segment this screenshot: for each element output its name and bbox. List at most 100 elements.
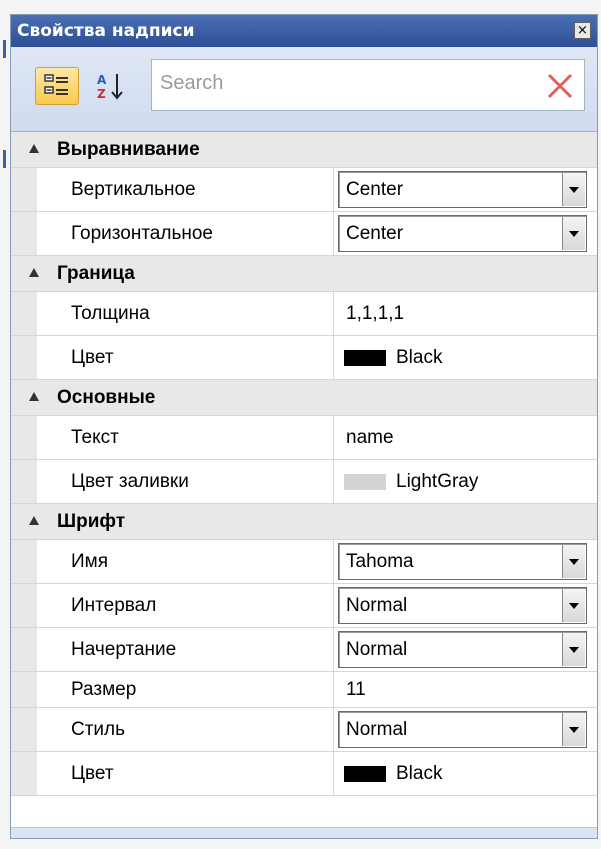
property-row-fill-color[interactable]: Цвет заливки LightGray [11, 460, 597, 504]
row-gutter [11, 708, 37, 751]
row-gutter [11, 540, 37, 583]
svg-text:Z: Z [97, 87, 106, 101]
dropdown-arrow-icon[interactable] [562, 217, 585, 250]
category-border[interactable]: Граница [11, 256, 597, 292]
row-gutter [11, 752, 37, 795]
property-name: Стиль [37, 708, 334, 751]
style-dropdown[interactable]: Normal [338, 711, 587, 748]
category-font[interactable]: Шрифт [11, 504, 597, 540]
category-label: Основные [57, 387, 156, 408]
alphabetical-sort-button[interactable]: A Z [91, 67, 131, 105]
collapse-arrow-icon[interactable] [29, 144, 39, 153]
dropdown-value: Tahoma [346, 550, 414, 572]
category-basic[interactable]: Основные [11, 380, 597, 416]
row-gutter [11, 212, 37, 255]
size-value[interactable]: 11 [334, 679, 366, 701]
property-name: Начертание [37, 628, 334, 671]
property-row-border-color[interactable]: Цвет Black [11, 336, 597, 380]
color-swatch [344, 349, 386, 366]
property-name: Интервал [37, 584, 334, 627]
collapse-arrow-icon[interactable] [29, 268, 39, 277]
alphabetical-sort-icon: A Z [97, 73, 123, 101]
collapse-arrow-icon[interactable] [29, 392, 39, 401]
property-value: Normal [334, 708, 597, 751]
dropdown-value: Normal [346, 594, 408, 616]
property-name: Текст [37, 416, 334, 459]
row-gutter [11, 672, 37, 707]
property-name: Горизонтальное [37, 212, 334, 255]
dropdown-arrow-icon[interactable] [562, 173, 585, 206]
color-value: LightGray [396, 470, 479, 492]
color-value: Black [396, 762, 443, 784]
dropdown-value: Center [346, 178, 404, 200]
row-gutter [11, 336, 37, 379]
weight-dropdown[interactable]: Normal [338, 631, 587, 668]
color-swatch [344, 473, 386, 490]
property-row-size[interactable]: Размер 11 [11, 672, 597, 708]
property-row-font-color[interactable]: Цвет Black [11, 752, 597, 796]
dropdown-arrow-icon[interactable] [562, 589, 585, 622]
clear-search-icon[interactable] [546, 72, 574, 100]
property-value[interactable]: Black [334, 336, 597, 379]
toolbar: A Z Search [11, 47, 597, 132]
font-name-dropdown[interactable]: Tahoma [338, 543, 587, 580]
color-swatch [344, 765, 386, 782]
svg-text:A: A [97, 73, 107, 87]
text-value[interactable]: name [334, 427, 394, 449]
search-input[interactable]: Search [151, 59, 585, 111]
vertical-align-dropdown[interactable]: Center [338, 171, 587, 208]
close-button[interactable]: × [574, 22, 591, 39]
categorized-view-button[interactable] [35, 67, 79, 105]
left-edge-marker [3, 150, 6, 168]
property-row-style[interactable]: Стиль Normal [11, 708, 597, 752]
row-gutter [11, 584, 37, 627]
row-gutter [11, 628, 37, 671]
property-row-spacing[interactable]: Интервал Normal [11, 584, 597, 628]
property-row-vertical[interactable]: Вертикальное Center [11, 168, 597, 212]
property-value: Tahoma [334, 540, 597, 583]
property-row-thickness[interactable]: Толщина 1,1,1,1 [11, 292, 597, 336]
color-value: Black [396, 346, 443, 368]
property-name: Вертикальное [37, 168, 334, 211]
row-gutter [11, 460, 37, 503]
spacing-dropdown[interactable]: Normal [338, 587, 587, 624]
dropdown-arrow-icon[interactable] [562, 545, 585, 578]
category-label: Выравнивание [57, 139, 200, 160]
dropdown-value: Normal [346, 638, 408, 660]
thickness-value[interactable]: 1,1,1,1 [334, 303, 404, 325]
close-icon: × [577, 23, 588, 38]
property-name: Толщина [37, 292, 334, 335]
property-name: Цвет [37, 752, 334, 795]
horizontal-align-dropdown[interactable]: Center [338, 215, 587, 252]
property-value[interactable]: Black [334, 752, 597, 795]
property-name: Имя [37, 540, 334, 583]
property-value: Center [334, 168, 597, 211]
property-value[interactable]: 11 [334, 672, 597, 707]
property-value: Normal [334, 628, 597, 671]
property-row-font-name[interactable]: Имя Tahoma [11, 540, 597, 584]
left-edge-marker [3, 40, 6, 58]
title-bar[interactable]: Свойства надписи × [11, 15, 597, 47]
search-placeholder: Search [160, 72, 224, 94]
property-value: Center [334, 212, 597, 255]
collapse-arrow-icon[interactable] [29, 516, 39, 525]
row-gutter [11, 168, 37, 211]
property-row-text[interactable]: Текст name [11, 416, 597, 460]
property-value[interactable]: name [334, 416, 597, 459]
dropdown-value: Normal [346, 718, 408, 740]
property-name: Размер [37, 672, 334, 707]
properties-window: Свойства надписи × A Z Search Выравниван… [10, 14, 598, 839]
property-row-horizontal[interactable]: Горизонтальное Center [11, 212, 597, 256]
property-row-weight[interactable]: Начертание Normal [11, 628, 597, 672]
property-name: Цвет заливки [37, 460, 334, 503]
window-title: Свойства надписи [17, 21, 195, 41]
dropdown-value: Center [346, 222, 404, 244]
categorized-icon [44, 74, 68, 95]
description-panel-edge [11, 827, 597, 838]
property-value[interactable]: 1,1,1,1 [334, 292, 597, 335]
property-value: Normal [334, 584, 597, 627]
dropdown-arrow-icon[interactable] [562, 633, 585, 666]
property-value[interactable]: LightGray [334, 460, 597, 503]
dropdown-arrow-icon[interactable] [562, 713, 585, 746]
category-alignment[interactable]: Выравнивание [11, 132, 597, 168]
